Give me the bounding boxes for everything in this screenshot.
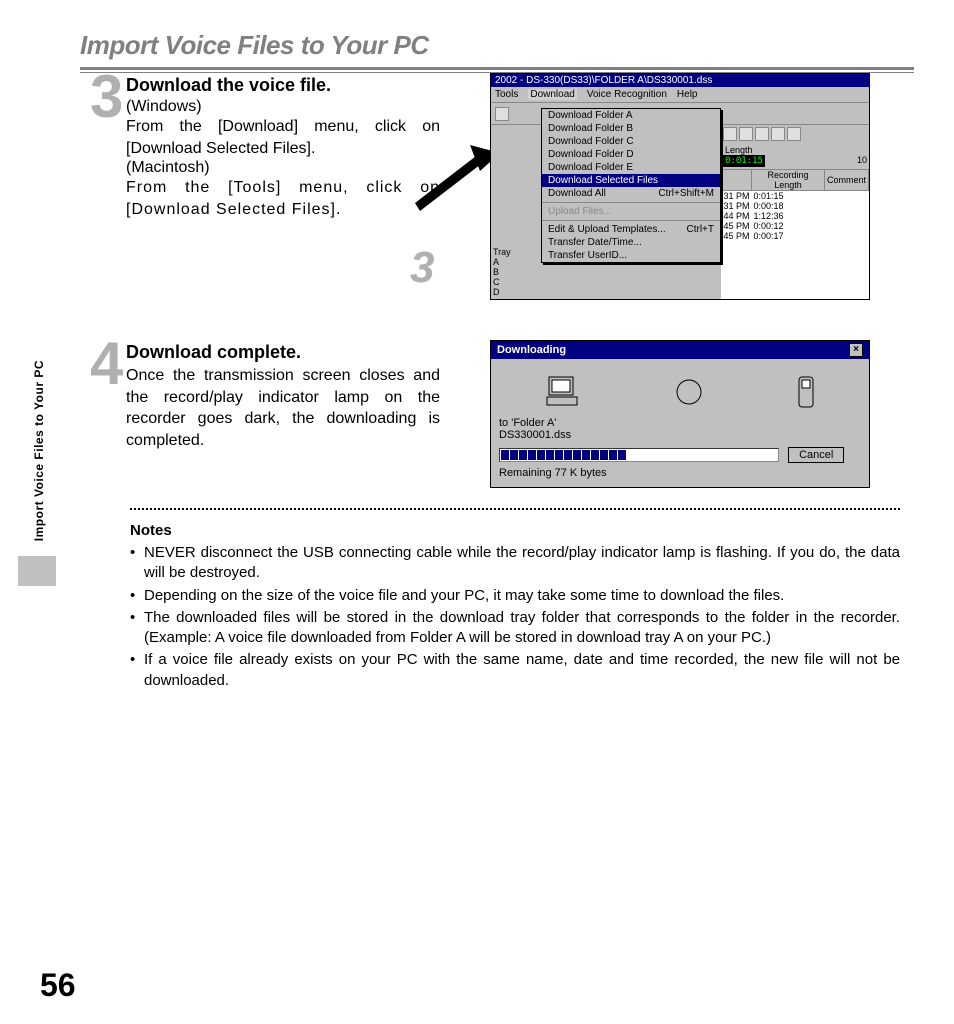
step3-windows-label: (Windows) xyxy=(126,98,440,116)
note-item: If a voice file already exists on your P… xyxy=(130,650,900,691)
table-row[interactable]: 45 PM0:00:17 xyxy=(722,231,869,241)
length-value: 0:01:15 xyxy=(723,155,765,167)
menu-item-folder-a[interactable]: Download Folder A xyxy=(542,109,720,122)
col-comment[interactable]: Comment xyxy=(824,170,868,191)
note-item: NEVER disconnect the USB connecting cabl… xyxy=(130,543,900,584)
table-row[interactable]: 45 PM0:00:12 xyxy=(722,221,869,231)
menu-item-folder-b[interactable]: Download Folder B xyxy=(542,122,720,135)
header-rule xyxy=(80,67,914,70)
file-text: DS330001.dss xyxy=(499,429,861,441)
notes-section: Notes NEVER disconnect the USB connectin… xyxy=(130,522,900,691)
note-item: The downloaded files will be stored in t… xyxy=(130,608,900,649)
step4-title: Download complete. xyxy=(126,342,440,363)
download-dropdown-menu: Download Folder A Download Folder B Down… xyxy=(541,108,721,263)
menu-item-upload-files[interactable]: Upload Files... xyxy=(542,205,720,218)
table-row[interactable]: 44 PM1:12:36 xyxy=(722,211,869,221)
check-icon[interactable] xyxy=(739,127,753,141)
side-tab-box xyxy=(18,556,56,586)
transfer-ring-icon xyxy=(674,377,704,407)
note-item: Depending on the size of the voice file … xyxy=(130,586,900,606)
table-row[interactable]: 31 PM0:00:18 xyxy=(722,201,869,211)
menu-item-templates[interactable]: Edit & Upload Templates...Ctrl+T xyxy=(542,223,720,236)
toolbar-icon[interactable] xyxy=(495,107,509,121)
menu-help[interactable]: Help xyxy=(677,89,698,100)
table-row[interactable]: 31 PM0:01:15 xyxy=(722,191,869,202)
page-number: 56 xyxy=(40,967,76,1004)
dest-text: to 'Folder A' xyxy=(499,417,861,429)
tray-item[interactable]: C xyxy=(493,277,519,287)
step3-mac-text: From the [Tools] menu, click on [Downloa… xyxy=(126,177,440,220)
tray-item[interactable]: A xyxy=(493,257,519,267)
recorder-icon xyxy=(797,375,815,409)
menu-download[interactable]: Download xyxy=(528,89,576,100)
menu-tools[interactable]: Tools xyxy=(495,89,518,100)
step3-windows-text: From the [Download] menu, click on [Down… xyxy=(126,116,440,159)
gear-icon[interactable] xyxy=(787,127,801,141)
step3-mac-label: (Macintosh) xyxy=(126,159,440,177)
col-recording-length[interactable]: Recording Length xyxy=(752,170,825,191)
side-section-label: Import Voice Files to Your PC xyxy=(32,360,46,541)
menu-item-folder-e[interactable]: Download Folder E xyxy=(542,161,720,174)
menu-item-folder-c[interactable]: Download Folder C xyxy=(542,135,720,148)
notes-title: Notes xyxy=(130,522,900,539)
menu-item-download-selected[interactable]: Download Selected Files xyxy=(542,174,720,187)
step3-image-marker: 3 xyxy=(410,243,434,293)
menu-voice-recognition[interactable]: Voice Recognition xyxy=(587,89,667,100)
tray-title: Tray xyxy=(493,247,519,257)
computer-icon xyxy=(545,375,581,409)
close-button[interactable]: × xyxy=(849,343,863,357)
step3-title: Download the voice file. xyxy=(126,75,440,96)
progress-bar xyxy=(499,448,779,462)
menu-item-userid[interactable]: Transfer UserID... xyxy=(542,249,720,262)
tray-item[interactable]: D xyxy=(493,287,519,297)
flag-icon[interactable] xyxy=(723,127,737,141)
menu-item-download-all[interactable]: Download AllCtrl+Shift+M xyxy=(542,187,720,200)
step-number-4: 4 xyxy=(90,340,124,388)
dialog-title-bar: Downloading × xyxy=(491,341,869,359)
recording-table: Recording LengthComment 31 PM0:01:15 31 … xyxy=(721,169,869,241)
tray-panel: Tray A B C D xyxy=(491,245,521,299)
step-number-3: 3 xyxy=(90,73,124,121)
window-title-bar: 2002 - DS-330(DS33)\FOLDER A\DS330001.ds… xyxy=(491,74,869,87)
step4-text: Once the transmission screen closes and … xyxy=(126,365,440,451)
dialog-title: Downloading xyxy=(497,344,566,356)
menu-bar: Tools Download Voice Recognition Help xyxy=(491,87,869,103)
notes-divider xyxy=(130,508,900,510)
file-list-pane: Length 0:01:15 10 Recording LengthCommen… xyxy=(721,125,869,299)
menu-item-folder-d[interactable]: Download Folder D xyxy=(542,148,720,161)
app-window-screenshot: 2002 - DS-330(DS33)\FOLDER A\DS330001.ds… xyxy=(490,73,870,300)
page-title: Import Voice Files to Your PC xyxy=(80,30,914,61)
tray-item[interactable]: B xyxy=(493,267,519,277)
menu-item-datetime[interactable]: Transfer Date/Time... xyxy=(542,236,720,249)
remaining-text: Remaining 77 K bytes xyxy=(499,467,861,479)
cancel-icon[interactable] xyxy=(755,127,769,141)
downloading-dialog: Downloading × to 'Folder A' DS330001.dss xyxy=(490,340,870,488)
cancel-button[interactable]: Cancel xyxy=(788,447,844,463)
extra-label: 10 xyxy=(857,155,867,165)
doc-icon[interactable] xyxy=(771,127,785,141)
